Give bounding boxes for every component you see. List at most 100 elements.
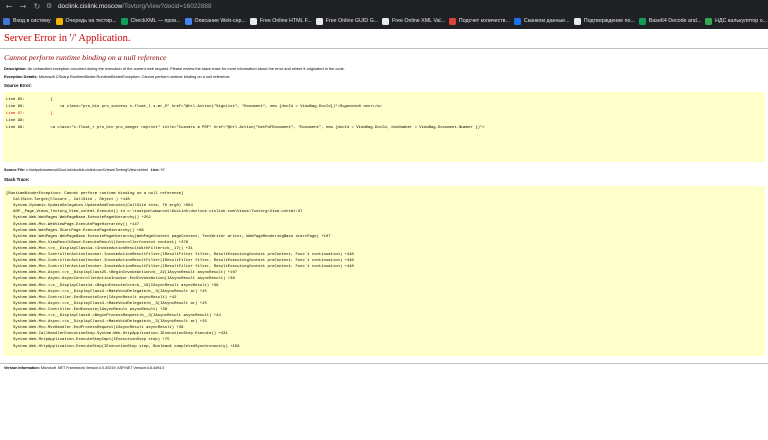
error-subtitle: Cannot perform runtime binding on a null…: [4, 53, 167, 62]
bookmark-favicon-icon: [184, 17, 192, 25]
stack-trace-line: System.Web.Mvc.ControllerActionInvoker.I…: [6, 265, 354, 270]
bookmark-label: CheckXML — пров...: [130, 18, 181, 24]
bookmark-favicon-icon: [638, 17, 646, 25]
stack-trace-line: System.Web.Mvc.Async.<>c__DisplayClass4.…: [6, 320, 207, 325]
bookmark-label: Подтверждение по...: [583, 18, 635, 24]
source-line: Line 96: <a class="pro_btn pro_success s…: [6, 105, 382, 109]
bookmark-favicon-icon: [573, 17, 581, 25]
bookmark-label: Подсчет количеств...: [458, 18, 510, 24]
bookmark-favicon-icon: [448, 17, 456, 25]
bookmark-favicon-icon: [382, 17, 390, 25]
exception-label: Exception Details:: [4, 74, 38, 79]
source-file-line: Source File: c:\inetpub\wwwroot\DocLink\…: [4, 168, 165, 172]
version-label: Version Information:: [4, 366, 40, 370]
description-line: Description: An unhandled exception occu…: [4, 66, 345, 71]
bookmark-label: Free Online XML Val...: [392, 18, 446, 24]
site-info-icon[interactable]: ⚙: [46, 2, 54, 10]
bookmark-item[interactable]: Сканком данные...: [511, 15, 571, 27]
browser-chrome: ← → ↻ ⚙ doclink.cislink.moscow /Tovtorg/…: [0, 0, 768, 29]
bookmark-label: Описание Web-сер...: [194, 18, 246, 24]
bookmark-label: Вход в систему: [13, 18, 51, 24]
source-file-label: Source File:: [4, 168, 26, 172]
stack-trace-line: System.Web.WebPages.StartPage.ExecutePag…: [6, 228, 144, 233]
stack-trace-line: System.Web.CallHandlerExecutionStep.Syst…: [6, 332, 228, 337]
stack-trace-line: System.Web.Mvc.ControllerActionInvoker.I…: [6, 253, 354, 257]
stack-trace-line: System.Web.WebPages.WebPageBase.ExecuteP…: [6, 216, 151, 221]
footer-divider: [0, 363, 768, 364]
bookmark-item[interactable]: Free Online XML Val...: [379, 15, 446, 27]
stack-trace-line: [RuntimeBinderException: Cannot perform …: [6, 192, 184, 196]
bookmark-favicon-icon: [120, 17, 128, 25]
bookmark-label: НДС калькулятор о...: [715, 18, 768, 24]
source-line: Line 97: }: [6, 112, 53, 116]
stack-trace-line: System.Web.Mvc.Controller.EndExecuteCore…: [6, 295, 177, 300]
bookmark-item[interactable]: Очередь на тестир...: [53, 15, 118, 27]
bookmark-item[interactable]: Free Online GUID G...: [313, 15, 379, 27]
source-error-box: Line 95: { Line 96: <a class="pro_btn pro…: [3, 92, 765, 162]
stack-trace-box: [RuntimeBinderException: Cannot perform …: [3, 186, 765, 356]
stack-trace-line: System.Web.HttpApplication.ExecuteStepIm…: [6, 338, 170, 343]
stack-trace-line: System.Web.Mvc.<>c__DisplayClass8.<Begin…: [6, 314, 221, 318]
source-line: Line 98:: [6, 119, 25, 123]
url-host: doclink.cislink.moscow: [58, 2, 123, 10]
stack-trace-line: System.Web.Mvc.MvcHandler.EndProcessRequ…: [6, 326, 184, 331]
forward-icon[interactable]: →: [18, 2, 28, 12]
bookmark-favicon-icon: [249, 17, 257, 25]
bookmark-favicon-icon: [705, 17, 713, 25]
bookmark-favicon-icon: [513, 17, 521, 25]
source-file-path: c:\inetpub\wwwroot\DocLink\doclink.cisli…: [26, 168, 148, 172]
stack-trace-line: System.Web.Mvc.Async.<>c__DisplayClass4.…: [6, 289, 207, 294]
stack-trace-line: CallSite.Target(Closure , CallSite , Obj…: [6, 198, 130, 203]
line-label: Line:: [150, 168, 160, 172]
stack-trace-line: System.Web.Mvc.<>c__DisplayClass1d.<Begi…: [6, 283, 219, 288]
bookmark-item[interactable]: Free Online HTML F...: [247, 15, 313, 27]
back-icon[interactable]: ←: [4, 2, 14, 12]
stack-trace-line: System.Web.HttpApplication.ExecuteStep(I…: [6, 344, 240, 349]
bookmark-item[interactable]: Подсчет количеств...: [446, 15, 511, 27]
error-page: Server Error in '/' Application. Cannot …: [0, 29, 768, 440]
description-text: An unhandled exception occurred during t…: [27, 66, 345, 71]
source-error-heading: Source Error:: [4, 83, 32, 88]
bookmark-item[interactable]: Вход в систему: [0, 15, 53, 27]
stack-trace-line: ASP._Page_Views_Tovtorg_View_cshtml.Exec…: [6, 210, 303, 215]
stack-trace-line: System.Web.WebPages.WebPageBase.ExecuteP…: [6, 234, 331, 239]
bookmark-label: Base64 Decode and...: [648, 18, 702, 24]
stack-trace-line: System.Web.Mvc.ViewResultBase.ExecuteRes…: [6, 240, 189, 245]
bookmark-item[interactable]: CheckXML — пров...: [118, 15, 182, 27]
stack-trace-line: System.Web.Mvc.Async.<>c__DisplayClass4.…: [6, 301, 207, 306]
exception-text: Microsoft.CSharp.RuntimeBinder.RuntimeBi…: [38, 74, 230, 79]
reload-icon[interactable]: ↻: [32, 2, 42, 12]
exception-details-line: Exception Details: Microsoft.CSharp.Runt…: [4, 74, 230, 79]
stack-trace-line: System.Web.Mvc.<>c__DisplayClass1a.<Invo…: [6, 246, 193, 251]
stack-trace-line: System.Web.Mvc.ControllerActionInvoker.I…: [6, 259, 354, 264]
url-field[interactable]: ⚙ doclink.cislink.moscow /Tovtorg/View?d…: [46, 1, 760, 11]
url-path: /Tovtorg/View?docid=16022888: [122, 2, 212, 10]
stack-trace-line: System.Web.Mvc.WebViewPage.ExecutePageHi…: [6, 222, 140, 227]
stack-trace-heading: Stack Trace:: [4, 177, 30, 182]
version-info-line: Version Information: Microsoft .NET Fram…: [4, 366, 164, 370]
bookmark-item[interactable]: Описание Web-сер...: [182, 15, 247, 27]
bookmark-favicon-icon: [55, 17, 63, 25]
bookmark-label: Сканком данные...: [523, 18, 570, 24]
line-number: 97: [160, 168, 165, 172]
version-text: Microsoft .NET Framework Version:4.0.303…: [40, 366, 165, 370]
bookmark-item[interactable]: Подтверждение по...: [571, 15, 636, 27]
address-bar-row: ← → ↻ ⚙ doclink.cislink.moscow /Tovtorg/…: [0, 0, 768, 13]
bookmark-favicon-icon: [315, 17, 323, 25]
bookmarks-bar: Вход в систему Очередь на тестир... CheckX…: [0, 13, 768, 29]
stack-trace-line: System.Dynamic.UpdateDelegates.UpdateAnd…: [6, 204, 193, 209]
bookmark-item[interactable]: Base64 Decode and...: [636, 15, 702, 27]
stack-trace-line: System.Web.Mvc.Async.<>c__DisplayClass25…: [6, 271, 238, 276]
title-divider: [0, 48, 768, 49]
stack-trace-line: System.Web.Mvc.Async.AsyncControllerActi…: [6, 277, 235, 282]
bookmark-label: Очередь на тестир...: [65, 18, 117, 24]
bookmark-label: Free Online GUID G...: [325, 18, 379, 24]
description-label: Description:: [4, 66, 27, 71]
bookmark-item[interactable]: НДС калькулятор о...: [702, 15, 768, 27]
page-title: Server Error in '/' Application.: [4, 33, 131, 44]
source-line: Line 99: <a class="c-float_r pro_btn pro…: [6, 126, 485, 130]
bookmark-favicon-icon: [3, 17, 10, 25]
bookmark-label: Free Online HTML F...: [259, 18, 312, 24]
stack-trace-line: System.Web.Mvc.Controller.EndExecute(IAs…: [6, 307, 168, 312]
source-line: Line 95: {: [6, 98, 53, 102]
